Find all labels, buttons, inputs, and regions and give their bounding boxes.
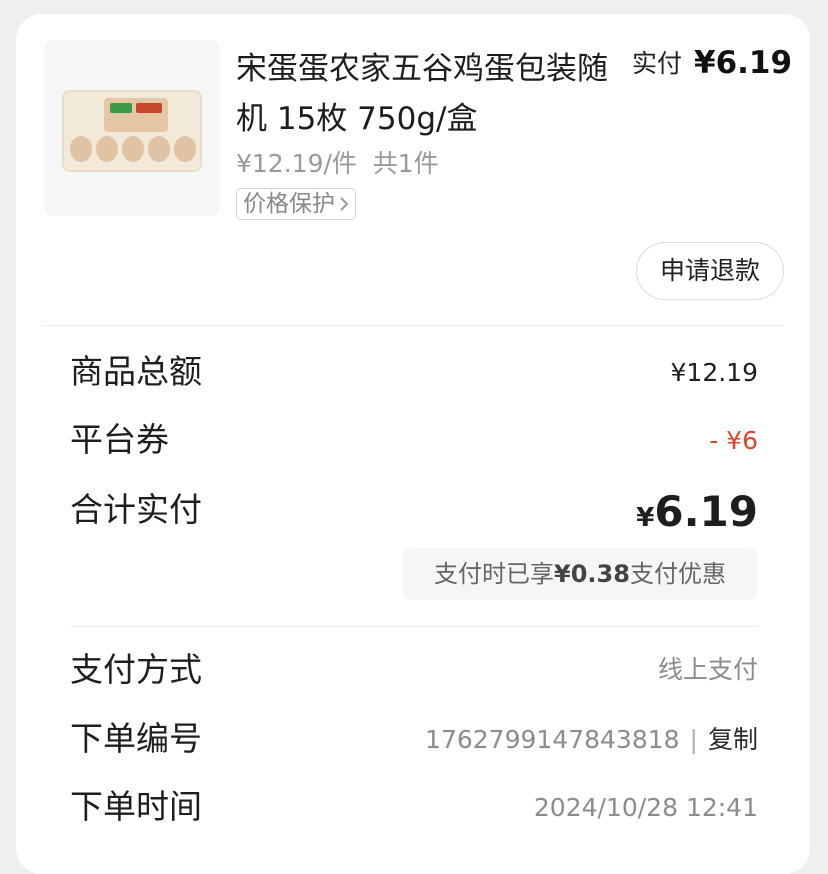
brand-mark: [110, 103, 132, 113]
order-number-row: 1762799147843818 | 复制: [425, 722, 758, 758]
product-image[interactable]: [44, 40, 220, 216]
package-label: [104, 98, 168, 132]
payment-method-label: 支付方式: [70, 650, 202, 689]
order-time-value: 2024/10/28 12:41: [533, 793, 758, 822]
goods-total-value: ¥12.19: [670, 358, 758, 387]
total-value: ¥6.19: [636, 487, 758, 546]
payment-method-value: 线上支付: [657, 655, 758, 684]
order-number-label: 下单编号: [70, 719, 202, 758]
coupon-value: - ¥6: [709, 426, 758, 455]
price-protect-tag[interactable]: 价格保护: [236, 188, 356, 220]
egg: [122, 136, 144, 162]
egg: [96, 136, 118, 162]
divider: [70, 626, 758, 627]
price-protect-label: 价格保护: [243, 191, 335, 217]
divider: [44, 325, 784, 326]
egg: [174, 136, 196, 162]
egg: [70, 136, 92, 162]
separator: |: [689, 725, 698, 754]
chevron-right-icon: [339, 189, 349, 219]
product-mark: [136, 103, 162, 113]
copy-button[interactable]: 复制: [708, 725, 758, 754]
total-label: 合计实付: [70, 490, 202, 529]
total-currency: ¥: [636, 503, 655, 533]
goods-total-label: 商品总额: [70, 352, 202, 391]
total-amount: 6.19: [654, 487, 758, 536]
product-title[interactable]: 宋蛋蛋农家五谷鸡蛋包装随机 15枚 750g/盒: [236, 44, 616, 144]
saving-suffix: 支付优惠: [629, 560, 726, 588]
saving-amount: ¥0.38: [554, 560, 630, 588]
paid-amount: ¥6.19: [694, 45, 793, 81]
order-time-label: 下单时间: [70, 787, 202, 826]
saving-prefix: 支付时已享: [434, 560, 555, 588]
unit-price: ¥12.19/件 共1件: [236, 149, 439, 178]
order-number-value: 1762799147843818: [425, 725, 680, 754]
refund-button[interactable]: 申请退款: [636, 242, 784, 300]
payment-saving-note: 支付时已享¥0.38支付优惠: [402, 548, 758, 600]
egg-tray-thumbnail: [62, 90, 202, 172]
coupon-label: 平台券: [70, 420, 169, 459]
egg: [148, 136, 170, 162]
paid-prefix: 实付: [632, 49, 683, 78]
